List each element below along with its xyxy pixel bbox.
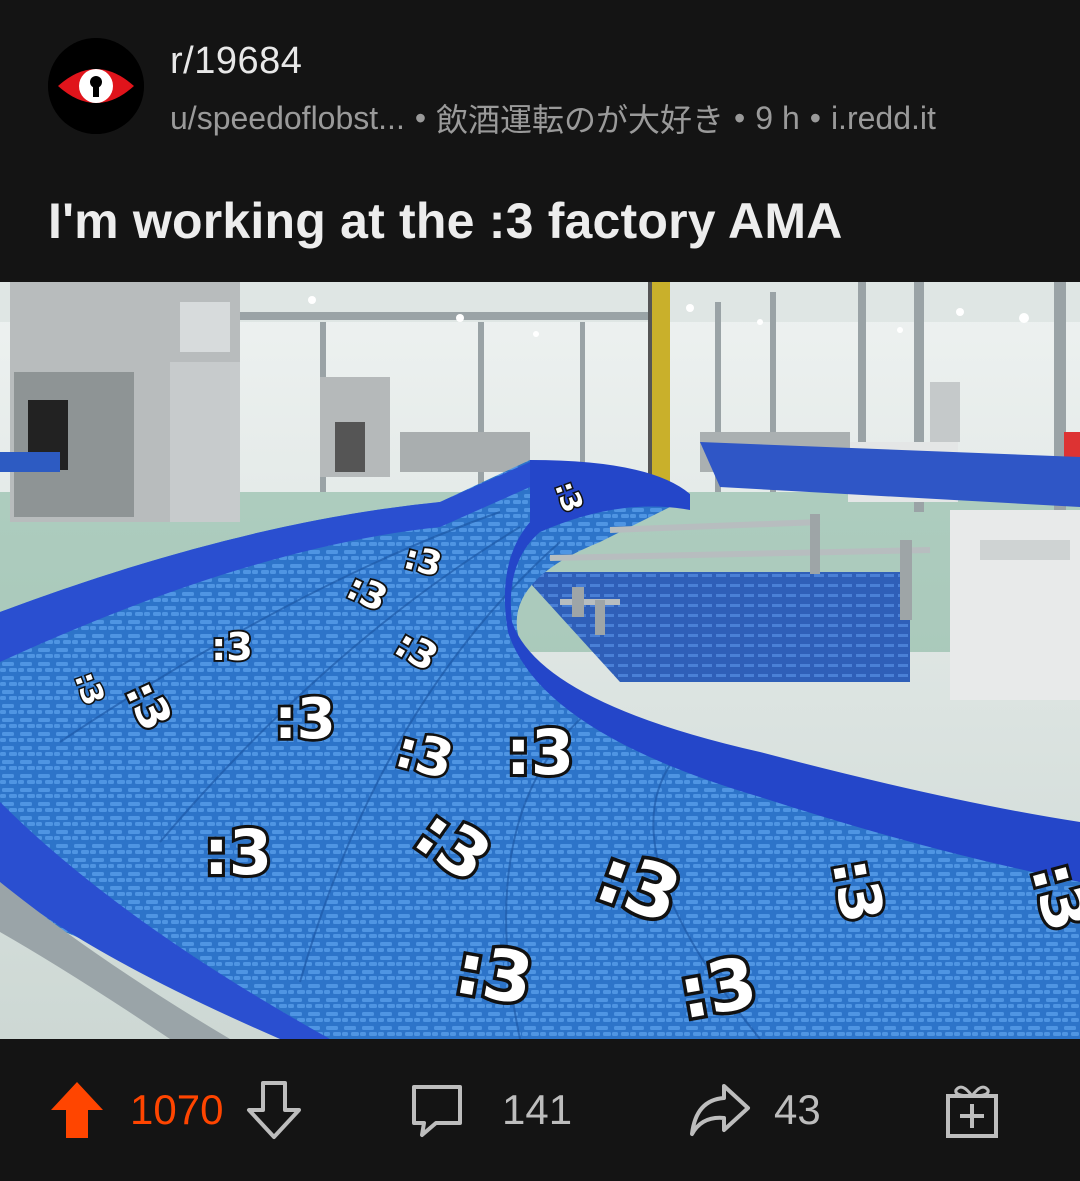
post-title[interactable]: I'm working at the :3 factory AMA [48, 192, 843, 250]
award-icon [944, 1080, 1000, 1140]
meta-separator: • [809, 99, 821, 136]
downvote-icon[interactable] [245, 1079, 303, 1141]
award-button[interactable] [944, 1039, 1000, 1181]
user-flair: 飲酒運転のが大好き [436, 102, 725, 138]
sticker-colon-three: :3 [506, 716, 574, 789]
post-header: r/19684 u/speedoflobst... • 飲酒運転のが大好き • … [0, 0, 1080, 282]
post-action-bar: 1070 141 43 [0, 1039, 1080, 1181]
sticker-colon-three: :3 [211, 625, 253, 669]
vote-group: 1070 [48, 1039, 303, 1181]
post-domain[interactable]: i.redd.it [831, 100, 936, 137]
comment-icon [408, 1081, 466, 1139]
sticker-colon-three: :3 [449, 927, 539, 1021]
post-image[interactable]: :3:3:3:3:3:3:3:3:3:3:3:3:3:3:3:3:3 [0, 282, 1080, 1039]
sticker-colon-three: :3 [204, 816, 272, 889]
comment-count: 141 [502, 1086, 573, 1133]
share-icon [688, 1080, 752, 1140]
share-button[interactable]: 43 [688, 1039, 821, 1181]
upvote-icon[interactable] [48, 1079, 106, 1141]
sticker-colon-three: :3 [673, 941, 763, 1035]
subreddit-name[interactable]: r/19684 [170, 40, 302, 83]
author-link[interactable]: u/speedoflobst... [170, 100, 405, 137]
sticker-colon-three: :3 [819, 853, 897, 927]
sticker-colon-three: :3 [274, 687, 335, 752]
post-meta: u/speedoflobst... • 飲酒運転のが大好き • 9 h • i.… [170, 95, 936, 141]
meta-separator: • [414, 99, 427, 136]
subreddit-avatar-eye-icon[interactable] [48, 38, 144, 134]
upvote-count: 1070 [130, 1086, 224, 1133]
share-count: 43 [774, 1086, 821, 1133]
meta-separator: • [734, 99, 746, 136]
post-age: 9 h [755, 99, 800, 136]
comment-button[interactable]: 141 [408, 1039, 572, 1181]
